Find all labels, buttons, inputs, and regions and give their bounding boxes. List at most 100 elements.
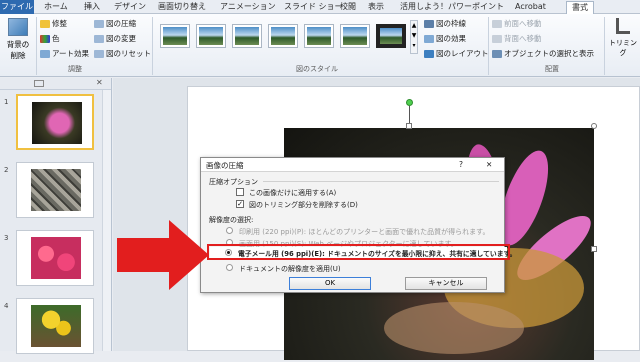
document-resolution-label: ドキュメントの解像度を適用(U) (239, 265, 341, 273)
corrections-icon (40, 19, 50, 28)
style-thumbnail (307, 27, 331, 45)
tab-animations[interactable]: アニメーション (220, 1, 276, 14)
artistic-effects-icon (40, 49, 50, 58)
cancel-button[interactable]: キャンセル (405, 277, 487, 290)
artistic-effects-button[interactable]: アート効果 (40, 48, 89, 59)
remove-background-icon (8, 18, 28, 36)
panel-close-icon[interactable]: ✕ (96, 78, 103, 87)
styles-scroll[interactable]: ▲ ▼ ▾ (410, 20, 418, 54)
ribbon: 背景の 削除 修整 色 アート効果 図の圧縮 図の変更 図のリセット 調整 ▲ ▼… (0, 14, 640, 77)
tab-format[interactable]: 書式 (566, 1, 594, 14)
picture-style-6[interactable] (340, 24, 370, 48)
remove-background-label-1: 背景の (6, 40, 30, 49)
tab-insert[interactable]: 挿入 (84, 1, 100, 14)
style-thumbnail (271, 27, 295, 45)
dialog-titlebar: 画像の圧縮 ? ✕ (201, 158, 504, 172)
apply-only-this-checkbox[interactable] (236, 188, 244, 196)
slides-scrollbar[interactable] (102, 90, 111, 351)
close-button[interactable]: ✕ (486, 160, 492, 169)
change-picture-icon (94, 34, 104, 43)
picture-layout-icon (424, 49, 434, 58)
color-button[interactable]: 色 (40, 33, 60, 44)
bring-forward-button[interactable]: 前面へ移動 (492, 18, 542, 29)
crop-button[interactable]: トリミング (608, 18, 638, 58)
compress-label: 図の圧縮 (106, 19, 136, 28)
print-resolution-label: 印刷用 (220 ppi)(P): ほとんどのプリンターと画面で優れた品質が得ら… (239, 228, 490, 236)
compress-pictures-dialog: 画像の圧縮 ? ✕ 圧縮オプション この画像だけに適用する(A) ✓ 図のトリミ… (200, 157, 505, 293)
picture-border-button[interactable]: 図の枠線 (424, 18, 466, 29)
picture-style-2[interactable] (196, 24, 226, 48)
picture-layout-button[interactable]: 図のレイアウト (424, 48, 489, 59)
ok-button[interactable]: OK (289, 277, 371, 290)
style-thumbnail (199, 27, 223, 45)
panel-tabs-icon (34, 80, 44, 87)
tab-transitions[interactable]: 画面切り替え (158, 1, 206, 14)
reset-picture-icon (94, 49, 104, 58)
slides-panel: ✕ 1 2 3 4 (0, 78, 112, 354)
picture-style-7[interactable] (376, 24, 406, 48)
compress-options-heading: 圧縮オプション (209, 178, 258, 186)
tab-addin[interactable]: 活用しよう！パワーポイント (400, 1, 504, 14)
separator (488, 17, 489, 75)
slide-thumbnail-1[interactable] (16, 94, 94, 150)
separator (36, 17, 37, 75)
change-picture-label: 図の変更 (106, 34, 136, 43)
rotation-handle[interactable] (406, 99, 413, 106)
delete-cropped-checkbox[interactable]: ✓ (236, 200, 244, 208)
bring-forward-label: 前面へ移動 (504, 19, 542, 28)
slide-thumbnail-3[interactable] (16, 230, 94, 286)
selection-pane-label: オブジェクトの選択と表示 (504, 49, 594, 58)
dialog-title: 画像の圧縮 (206, 161, 244, 170)
slide-number: 2 (4, 166, 9, 174)
crop-icon (616, 18, 630, 34)
corrections-button[interactable]: 修整 (40, 18, 67, 29)
resolution-heading: 解像度の選択: (209, 216, 254, 224)
reset-picture-label: 図のリセット (106, 49, 151, 58)
picture-border-icon (424, 19, 434, 28)
tab-review[interactable]: 校閲 (340, 1, 356, 14)
slide-image (31, 237, 81, 279)
slide-image (31, 169, 81, 211)
resize-handle-right[interactable] (591, 246, 597, 252)
selection-pane-button[interactable]: オブジェクトの選択と表示 (492, 48, 594, 59)
document-resolution-radio[interactable] (226, 264, 233, 271)
slide-thumbnail-2[interactable] (16, 162, 94, 218)
picture-style-1[interactable] (160, 24, 190, 48)
separator (152, 17, 153, 75)
slide-number: 3 (4, 234, 9, 242)
resize-handle-top[interactable] (406, 123, 412, 129)
send-backward-label: 背面へ移動 (504, 34, 542, 43)
tab-acrobat[interactable]: Acrobat (515, 1, 546, 14)
group-arrange-label: 配置 (545, 65, 559, 73)
red-arrow-icon (117, 220, 209, 290)
crop-label: トリミング (609, 39, 637, 57)
style-thumbnail (235, 27, 259, 45)
tab-home[interactable]: ホーム (44, 1, 68, 14)
change-picture-button[interactable]: 図の変更 (94, 33, 136, 44)
print-resolution-radio[interactable] (226, 227, 233, 234)
resize-handle-top-right[interactable] (591, 123, 597, 129)
color-icon (40, 34, 50, 43)
picture-border-label: 図の枠線 (436, 19, 466, 28)
compress-pictures-button[interactable]: 図の圧縮 (94, 18, 136, 29)
picture-effects-button[interactable]: 図の効果 (424, 33, 466, 44)
remove-background-button[interactable]: 背景の 削除 (2, 16, 34, 62)
color-label: 色 (52, 34, 60, 43)
slide-thumbnail-4[interactable] (16, 298, 94, 354)
tab-file[interactable]: ファイル (0, 0, 34, 14)
picture-style-5[interactable] (304, 24, 334, 48)
style-thumbnail (163, 27, 187, 45)
highlight-box (207, 244, 510, 260)
remove-background-label-2: 削除 (10, 51, 26, 60)
delete-cropped-label: 図のトリミング部分を削除する(D) (249, 201, 358, 209)
tab-slideshow[interactable]: スライド ショー (284, 1, 343, 14)
picture-style-3[interactable] (232, 24, 262, 48)
corrections-label: 修整 (52, 19, 67, 28)
reset-picture-button[interactable]: 図のリセット (94, 48, 151, 59)
tab-view[interactable]: 表示 (368, 1, 384, 14)
send-backward-button[interactable]: 背面へ移動 (492, 33, 542, 44)
picture-style-4[interactable] (268, 24, 298, 48)
slide-number: 4 (4, 302, 9, 310)
tab-design[interactable]: デザイン (114, 1, 146, 14)
help-button[interactable]: ? (459, 160, 463, 169)
